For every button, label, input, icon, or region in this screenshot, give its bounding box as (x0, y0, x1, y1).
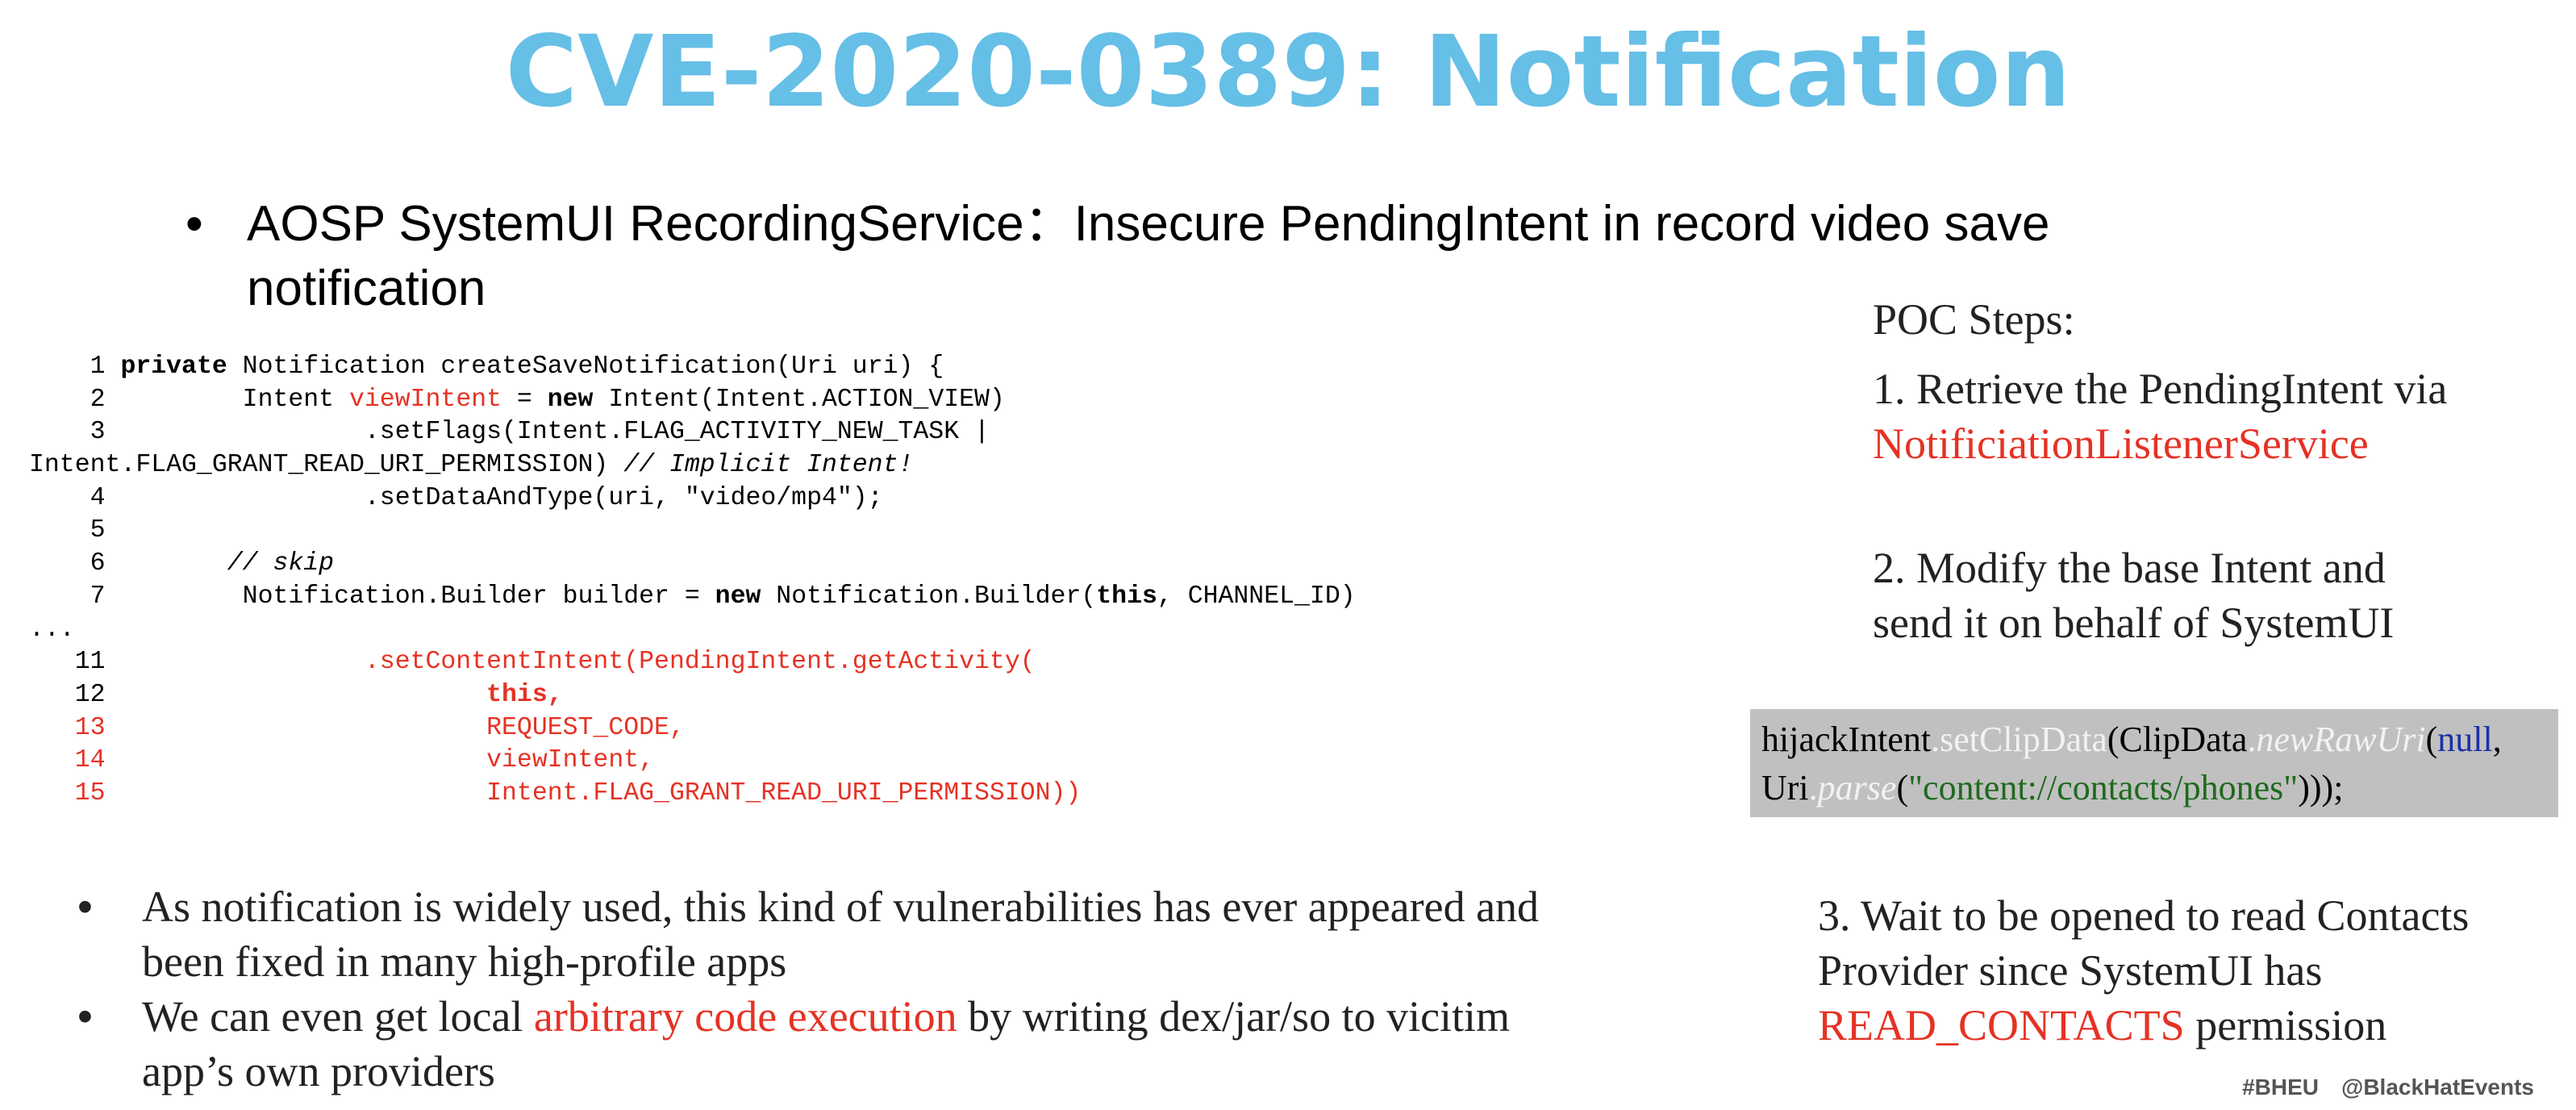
footer-hashtags: #BHEU @BlackHatEvents (2242, 1075, 2534, 1100)
bottom-bullet-1: • As notification is widely used, this k… (77, 879, 1658, 989)
bullet-marker: • (77, 883, 93, 931)
code-line-15: 15 Intent.FLAG_GRANT_READ_URI_PERMISSION… (74, 778, 1082, 807)
poc-step-3: 3. Wait to be opened to read Contacts Pr… (1818, 888, 2568, 1053)
hijack-code-line2: Uri.parse("content://contacts/phones")))… (1761, 768, 2344, 807)
poc-step-2-line2: send it on behalf of SystemUI (1873, 599, 2395, 647)
code-line-12: 12 this, (74, 680, 563, 709)
bottom-bullet-2: • We can even get local arbitrary code e… (77, 989, 1658, 1099)
code-ellipsis: ... (29, 615, 75, 644)
bullet-marker: • (185, 196, 203, 252)
poc-step-2-line1: 2. Modify the base Intent and (1873, 544, 2386, 592)
code-listing: 1 private Notification createSaveNotific… (29, 351, 1771, 811)
poc-step-3-line3: READ_CONTACTS permission (1818, 1001, 2387, 1049)
poc-heading: POC Steps: (1873, 295, 2075, 344)
footer-tag-blackhat: @BlackHatEvents (2341, 1075, 2534, 1100)
hijack-code-box: hijackIntent.setClipData(ClipData.newRaw… (1750, 709, 2558, 817)
code-line-5: 5 (90, 516, 106, 545)
poc-step-1-service: NotificiationListenerService (1873, 419, 2369, 468)
code-line-3-wrap: Intent.FLAG_GRANT_READ_URI_PERMISSION) /… (29, 451, 914, 480)
poc-step-3-line2: Provider since SystemUI has (1818, 946, 2323, 995)
poc-step-1-text: 1. Retrieve the PendingIntent via (1873, 365, 2448, 413)
slide-title: CVE-2020-0389: Notification (505, 15, 2071, 129)
code-line-2: 2 Intent viewIntent = new Intent(Intent.… (90, 385, 1005, 414)
bullet-marker: • (77, 992, 93, 1041)
code-line-13: 13 REQUEST_CODE, (74, 713, 685, 742)
permission-name: READ_CONTACTS (1818, 1001, 2185, 1049)
poc-step-2: 2. Modify the base Intent and send it on… (1873, 540, 2566, 650)
code-line-7: 7 Notification.Builder builder = new Not… (90, 582, 1356, 611)
poc-step-3-line1: 3. Wait to be opened to read Contacts (1818, 891, 2470, 940)
footer-tag-bheu: #BHEU (2242, 1075, 2320, 1100)
poc-step-1: 1. Retrieve the PendingIntent via Notifi… (1873, 361, 2566, 471)
hijack-code-line1: hijackIntent.setClipData(ClipData.newRaw… (1761, 720, 2502, 759)
top-bullet-line1: AOSP SystemUI RecordingService：Insecure … (247, 196, 2050, 252)
code-line-1: 1 private Notification createSaveNotific… (90, 353, 944, 381)
code-line-6: 6 // skip (90, 549, 335, 578)
code-line-11: 11 .setContentIntent(PendingIntent.getAc… (74, 648, 1036, 677)
code-line-14: 14 viewIntent, (74, 746, 655, 775)
code-line-4: 4 .setDataAndType(uri, "video/mp4"); (90, 483, 883, 512)
bottom-bullets: • As notification is widely used, this k… (77, 879, 1658, 1099)
code-line-3: 3 .setFlags(Intent.FLAG_ACTIVITY_NEW_TAS… (90, 418, 990, 447)
